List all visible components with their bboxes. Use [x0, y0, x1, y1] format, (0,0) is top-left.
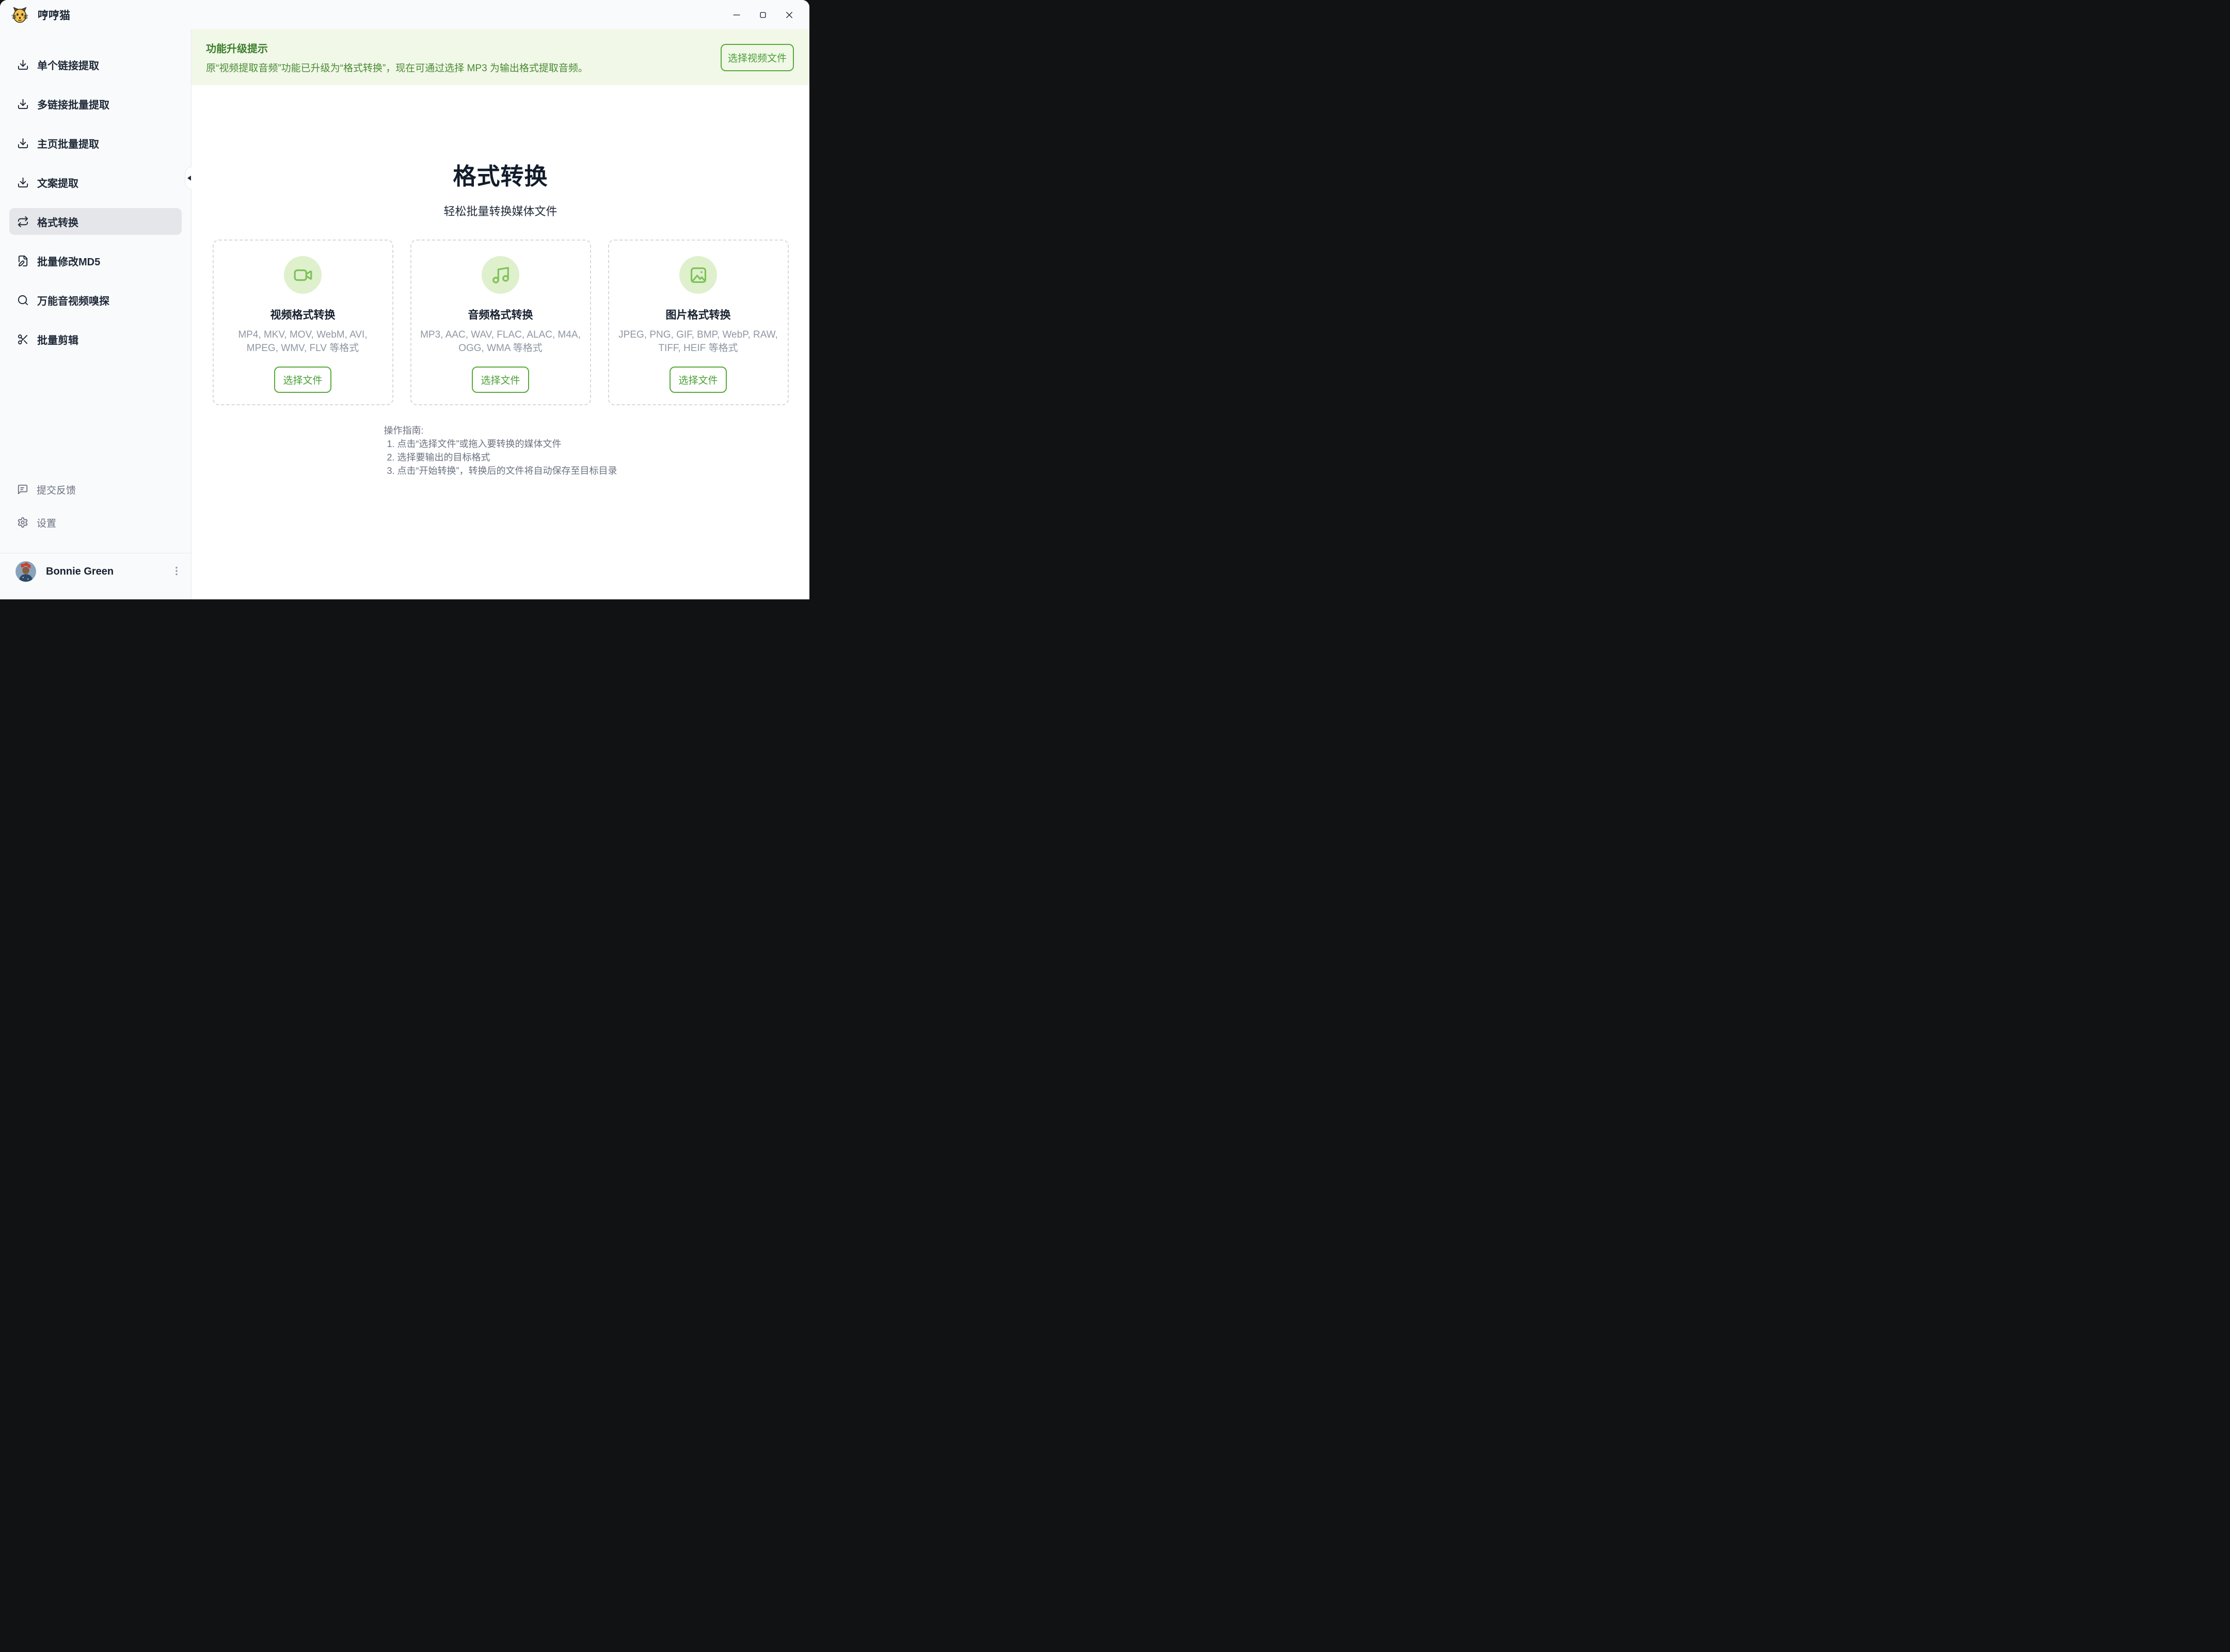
- maximize-icon[interactable]: [757, 9, 769, 21]
- scissors-icon: [17, 333, 29, 345]
- user-profile[interactable]: Bonnie Green: [0, 553, 191, 599]
- banner-title: 功能升级提示: [206, 40, 710, 55]
- app-logo-cat-icon: [11, 6, 28, 23]
- card-title: 音频格式转换: [411, 307, 590, 322]
- download-icon: [17, 177, 29, 188]
- guide-heading: 操作指南:: [384, 424, 617, 437]
- sidebar-item-single-link-extract[interactable]: 单个链接提取: [9, 51, 182, 78]
- banner-text: 功能升级提示 原“视频提取音频”功能已升级为“格式转换”，现在可通过选择 MP3…: [206, 40, 710, 74]
- operation-guide: 操作指南: 1. 点击“选择文件”或拖入要转换的媒体文件 2. 选择要输出的目标…: [384, 424, 617, 478]
- sidebar-item-label: 格式转换: [37, 214, 78, 229]
- image-icon: [689, 265, 708, 285]
- select-file-button-video[interactable]: 选择文件: [274, 367, 331, 393]
- sidebar-item-universal-sniffer[interactable]: 万能音视频嗅探: [9, 287, 182, 313]
- image-conversion-card[interactable]: 图片格式转换 JPEG, PNG, GIF, BMP, WebP, RAW, T…: [608, 240, 789, 405]
- sidebar-item-batch-clip[interactable]: 批量剪辑: [9, 326, 182, 353]
- card-formats: MP3, AAC, WAV, FLAC, ALAC, M4A, OGG, WMA…: [411, 328, 590, 355]
- sidebar-item-label: 多链接批量提取: [37, 97, 109, 112]
- sidebar-item-label: 设置: [37, 516, 56, 530]
- sidebar-item-copy-extract[interactable]: 文案提取: [9, 169, 182, 196]
- title-bar: 哼哼猫: [0, 0, 809, 29]
- conversion-cards: 视频格式转换 MP4, MKV, MOV, WebM, AVI, MPEG, W…: [192, 240, 809, 405]
- sidebar-item-label: 单个链接提取: [37, 57, 99, 72]
- page-subtitle: 轻松批量转换媒体文件: [192, 202, 809, 219]
- sidebar-spacer: [0, 365, 191, 478]
- sidebar-item-format-conversion[interactable]: 格式转换: [9, 208, 182, 235]
- search-icon: [17, 294, 29, 306]
- sidebar-item-label: 万能音视频嗅探: [37, 293, 109, 308]
- video-conversion-card[interactable]: 视频格式转换 MP4, MKV, MOV, WebM, AVI, MPEG, W…: [213, 240, 393, 405]
- guide-step: 1. 点击“选择文件”或拖入要转换的媒体文件: [387, 437, 617, 451]
- app-window: 哼哼猫 单个链接提取 多链接批量提取: [0, 0, 809, 599]
- sidebar-item-multi-link-batch-extract[interactable]: 多链接批量提取: [9, 90, 182, 117]
- guide-step: 3. 点击“开始转换”，转换后的文件将自动保存至目标目录: [387, 464, 617, 478]
- guide-step: 2. 选择要输出的目标格式: [387, 451, 617, 464]
- sidebar-item-settings[interactable]: 设置: [9, 511, 182, 534]
- chevron-left-icon: [187, 176, 191, 181]
- sidebar-collapse-handle[interactable]: [185, 167, 192, 189]
- audio-conversion-card[interactable]: 音频格式转换 MP3, AAC, WAV, FLAC, ALAC, M4A, O…: [410, 240, 591, 405]
- sidebar-item-label: 提交反馈: [37, 483, 76, 497]
- page-title: 格式转换: [192, 157, 809, 191]
- repeat-icon: [17, 216, 29, 228]
- sidebar-item-label: 批量修改MD5: [37, 253, 100, 268]
- card-formats: JPEG, PNG, GIF, BMP, WebP, RAW, TIFF, HE…: [609, 328, 788, 355]
- sidebar-item-label: 主页批量提取: [37, 136, 99, 151]
- video-camera-icon: [293, 265, 313, 285]
- close-icon[interactable]: [784, 9, 795, 21]
- user-name: Bonnie Green: [46, 566, 161, 578]
- window-controls: [731, 9, 798, 21]
- download-icon: [17, 59, 29, 71]
- icon-circle: [679, 256, 717, 294]
- sidebar-footer-nav: 提交反馈 设置: [0, 478, 191, 544]
- kebab-menu-icon[interactable]: [170, 565, 183, 578]
- avatar: [15, 561, 36, 582]
- file-pen-icon: [17, 255, 29, 267]
- sidebar-nav: 单个链接提取 多链接批量提取 主页批量提取 文案提取 格式转换: [0, 51, 191, 365]
- upgrade-banner: 功能升级提示 原“视频提取音频”功能已升级为“格式转换”，现在可通过选择 MP3…: [192, 29, 809, 85]
- sidebar-item-label: 批量剪辑: [37, 332, 78, 347]
- download-icon: [17, 137, 29, 149]
- select-video-file-button[interactable]: 选择视频文件: [721, 44, 794, 71]
- main-content: 功能升级提示 原“视频提取音频”功能已升级为“格式转换”，现在可通过选择 MP3…: [192, 29, 809, 599]
- minimize-icon[interactable]: [731, 9, 742, 21]
- guide-steps: 1. 点击“选择文件”或拖入要转换的媒体文件 2. 选择要输出的目标格式 3. …: [384, 437, 617, 478]
- sidebar: 单个链接提取 多链接批量提取 主页批量提取 文案提取 格式转换: [0, 29, 192, 599]
- app-title: 哼哼猫: [38, 7, 70, 23]
- card-title: 图片格式转换: [609, 307, 788, 322]
- sidebar-item-label: 文案提取: [37, 175, 78, 190]
- hero: 格式转换 轻松批量转换媒体文件: [192, 157, 809, 219]
- select-file-button-audio[interactable]: 选择文件: [472, 367, 529, 393]
- card-formats: MP4, MKV, MOV, WebM, AVI, MPEG, WMV, FLV…: [214, 328, 392, 355]
- icon-circle: [482, 256, 519, 294]
- sidebar-item-submit-feedback[interactable]: 提交反馈: [9, 478, 182, 501]
- music-note-icon: [491, 265, 511, 285]
- select-file-button-image[interactable]: 选择文件: [670, 367, 726, 393]
- sidebar-item-homepage-batch-extract[interactable]: 主页批量提取: [9, 130, 182, 156]
- sidebar-item-batch-modify-md5[interactable]: 批量修改MD5: [9, 247, 182, 274]
- banner-description: 原“视频提取音频”功能已升级为“格式转换”，现在可通过选择 MP3 为输出格式提…: [206, 60, 710, 74]
- icon-circle: [284, 256, 322, 294]
- gear-icon: [17, 517, 28, 528]
- feedback-icon: [17, 484, 28, 495]
- card-title: 视频格式转换: [214, 307, 392, 322]
- download-icon: [17, 98, 29, 110]
